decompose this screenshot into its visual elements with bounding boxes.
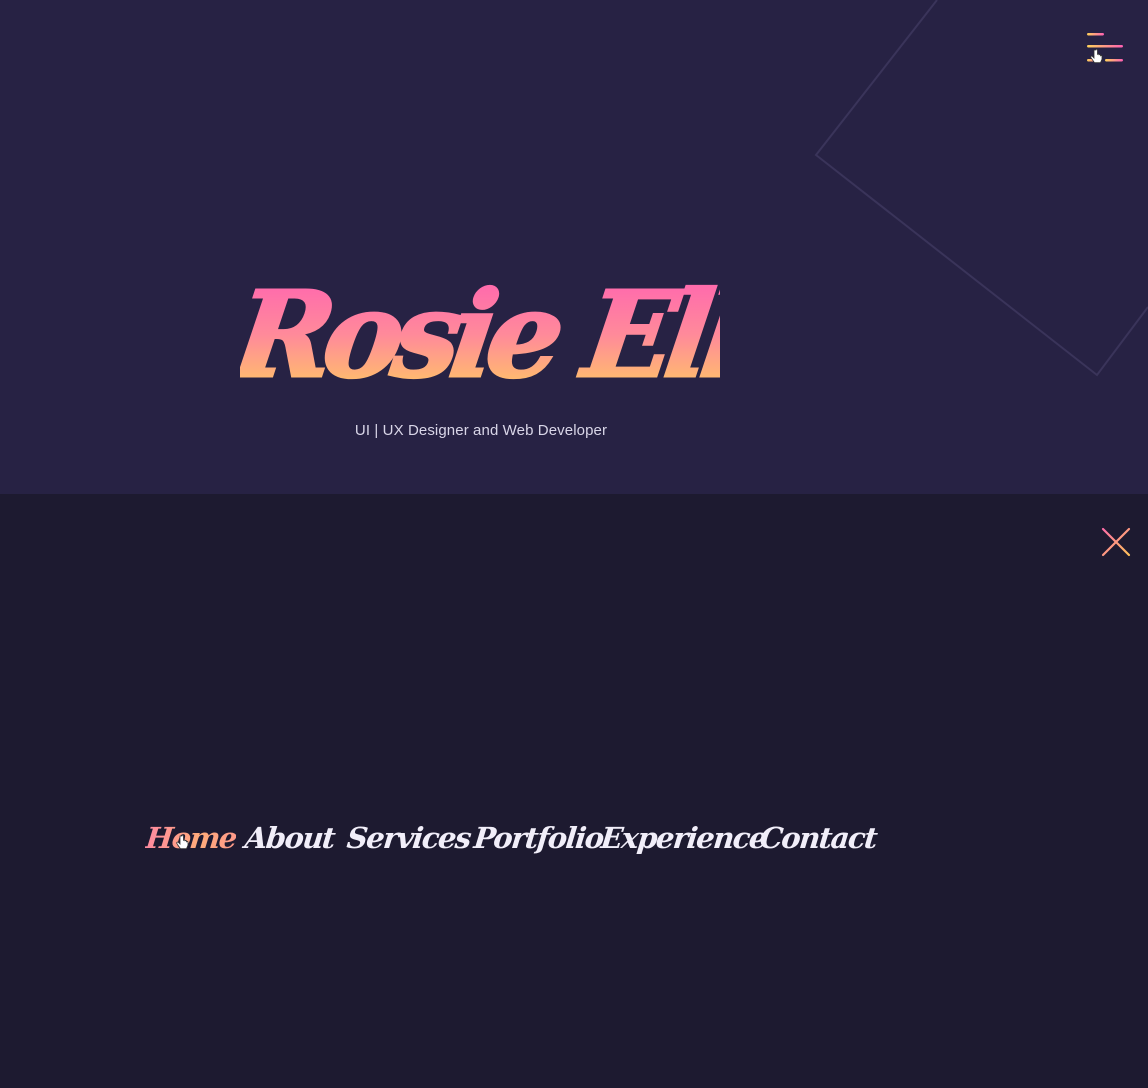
- hero-name: Rosie Ellis: [240, 266, 720, 404]
- nav-link-contact[interactable]: Contact: [757, 810, 879, 866]
- hero-subtitle: UI | UX Designer and Web Developer: [354, 422, 608, 439]
- main-nav: Home About Services Portfolio Experience…: [0, 810, 1148, 870]
- close-icon[interactable]: [1098, 524, 1134, 560]
- nav-link-experience[interactable]: Experience: [598, 810, 769, 866]
- hero-name-logo: Rosie Ellis: [240, 236, 720, 416]
- hamburger-menu-icon[interactable]: [1083, 28, 1127, 68]
- navigation-overlay: [0, 494, 1148, 1088]
- nav-link-about[interactable]: About: [242, 810, 337, 866]
- nav-link-home[interactable]: Home: [143, 810, 239, 866]
- hero-section: Rosie Ellis UI | UX Designer and Web Dev…: [0, 0, 1148, 494]
- nav-link-services[interactable]: Services: [344, 810, 473, 866]
- nav-link-portfolio[interactable]: Portfolio: [471, 810, 606, 866]
